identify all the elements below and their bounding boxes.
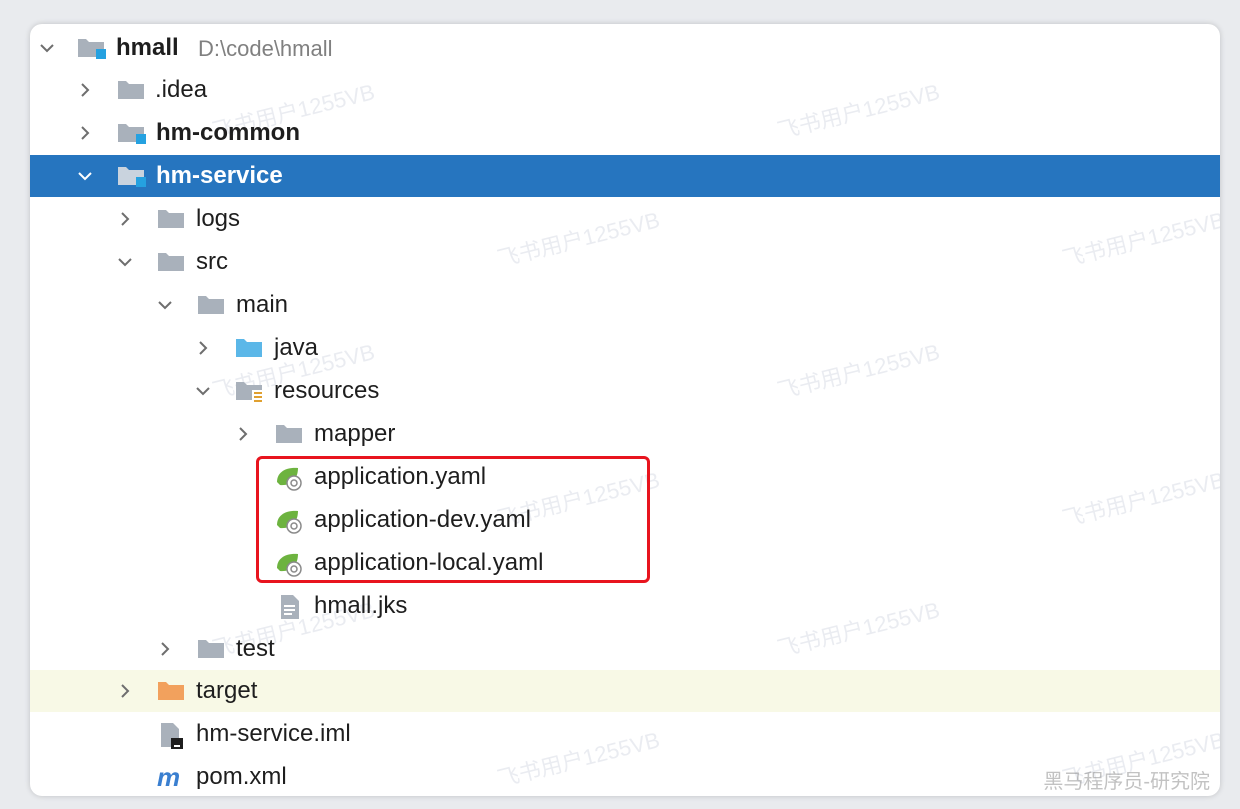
folder-icon (116, 77, 146, 103)
tree-node-test[interactable]: test (30, 628, 1220, 670)
tree-node-java[interactable]: java (30, 327, 1220, 369)
tree-node-pom-xml[interactable]: m pom.xml (30, 756, 1220, 796)
chevron-right-icon[interactable] (234, 425, 252, 443)
tree-node-label: target (196, 677, 258, 704)
folder-icon (156, 249, 186, 275)
tree-node-hm-service-iml[interactable]: hm-service.iml (30, 713, 1220, 755)
tree-node-label: logs (196, 205, 241, 232)
tree-node-label: hm-service (156, 162, 283, 189)
source-folder-icon (234, 335, 264, 361)
chevron-right-icon[interactable] (76, 81, 94, 99)
iml-file-icon (158, 721, 188, 749)
tree-node-label: test (236, 635, 275, 662)
maven-icon: m (156, 764, 186, 790)
svg-text:m: m (157, 764, 180, 790)
tree-node-label: pom.xml (196, 763, 287, 790)
chevron-right-icon[interactable] (156, 640, 174, 658)
tree-node-label: main (236, 291, 289, 318)
chevron-down-icon[interactable] (194, 382, 212, 400)
tree-node-hmall-jks[interactable]: hmall.jks (30, 585, 1220, 627)
text-file-icon (278, 593, 308, 619)
module-folder-icon (116, 163, 146, 189)
folder-icon (274, 421, 304, 447)
project-path: D:\code\hmall (198, 36, 333, 61)
resources-folder-icon (234, 378, 264, 404)
chevron-right-icon[interactable] (116, 210, 134, 228)
tree-node-src[interactable]: src (30, 241, 1220, 283)
tree-node-label: hmall (116, 34, 179, 61)
tree-node-hm-common[interactable]: hm-common (30, 112, 1220, 154)
tree-node-label: src (196, 248, 228, 275)
tree-node-hm-service[interactable]: hm-service (30, 155, 1220, 197)
module-folder-icon (116, 120, 146, 146)
tree-node-main[interactable]: main (30, 284, 1220, 326)
tree-node-label: mapper (314, 420, 396, 447)
chevron-down-icon[interactable] (38, 39, 56, 57)
tree-node-label: hm-common (156, 119, 300, 146)
tree-node-resources[interactable]: resources (30, 370, 1220, 412)
chevron-down-icon[interactable] (156, 296, 174, 314)
folder-icon (196, 636, 226, 662)
highlight-box (256, 456, 650, 583)
module-folder-icon (76, 35, 106, 61)
tree-node-hmall[interactable]: hmall D:\code\hmall (30, 27, 1220, 69)
tree-node-label: hm-service.iml (196, 720, 351, 747)
chevron-right-icon[interactable] (76, 124, 94, 142)
tree-node-target[interactable]: target (30, 670, 1220, 712)
tree-node-label: java (274, 334, 319, 361)
tree-node-idea[interactable]: .idea (30, 69, 1220, 111)
folder-icon (196, 292, 226, 318)
tree-node-label: hmall.jks (314, 592, 408, 619)
tree-node-mapper[interactable]: mapper (30, 413, 1220, 455)
chevron-down-icon[interactable] (76, 167, 94, 185)
folder-icon (156, 206, 186, 232)
corner-watermark: 黑马程序员-研究院 (1043, 771, 1210, 793)
project-tree-panel: 飞书用户1255VB 飞书用户1255VB 飞书用户1255VB 飞书用户125… (30, 24, 1220, 796)
chevron-right-icon[interactable] (116, 682, 134, 700)
chevron-right-icon[interactable] (194, 339, 212, 357)
tree-node-label: .idea (155, 76, 208, 103)
chevron-down-icon[interactable] (116, 253, 134, 271)
tree-node-logs[interactable]: logs (30, 198, 1220, 240)
excluded-folder-icon (156, 678, 186, 704)
tree-node-label: resources (274, 377, 380, 404)
